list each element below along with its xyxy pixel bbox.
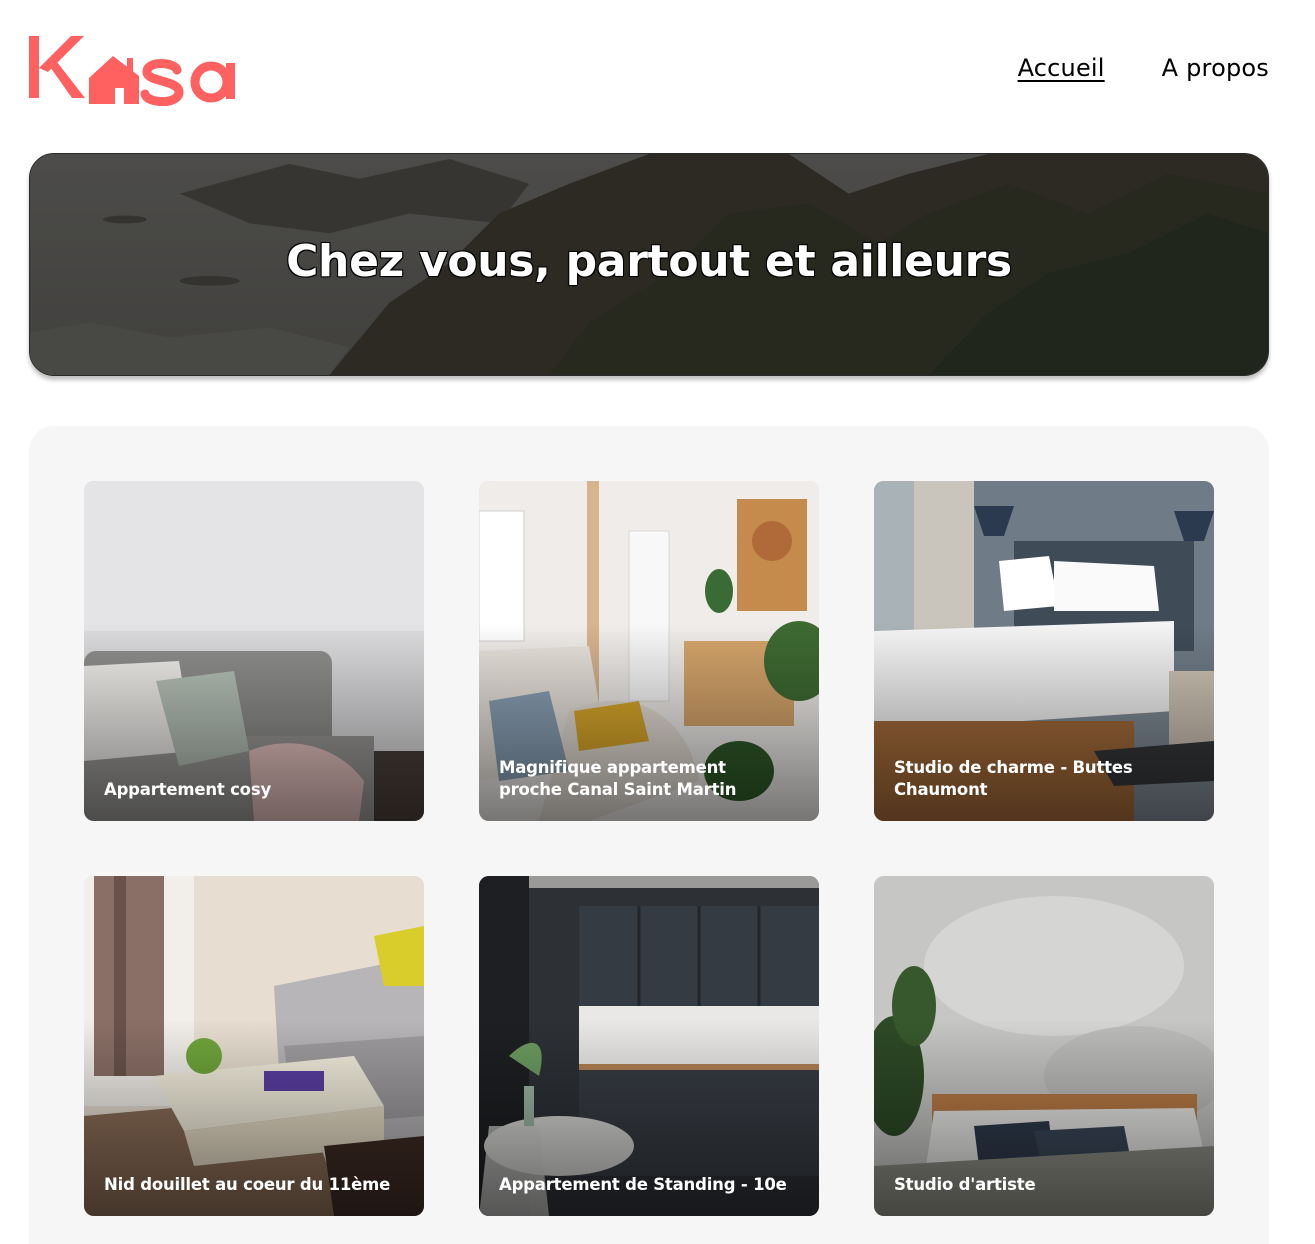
kasa-logo[interactable] [29,30,243,106]
listings-gallery: Appartement cosy Magnifique appartement … [29,426,1269,1244]
listing-title: Nid douillet au coeur du 11ème [104,1175,391,1194]
nav-link-a-propos[interactable]: A propos [1162,54,1269,82]
listing-title: Studio de charme - Buttes Chaumont [894,758,1133,799]
listing-card[interactable]: Appartement cosy [84,481,424,821]
listing-card[interactable]: Studio d'artiste [874,876,1214,1216]
listing-card[interactable]: Appartement de Standing - 10e [479,876,819,1216]
listing-card[interactable]: Magnifique appartement proche Canal Sain… [479,481,819,821]
listing-title: Magnifique appartement proche Canal Sain… [499,758,737,799]
hero-banner: Chez vous, partout et ailleurs [29,153,1269,376]
site-header: Accueil A propos [29,30,1269,106]
listing-title: Appartement de Standing - 10e [499,1175,787,1194]
listing-card[interactable]: Nid douillet au coeur du 11ème [84,876,424,1216]
listing-title: Studio d'artiste [894,1175,1036,1194]
banner-title: Chez vous, partout et ailleurs [286,236,1012,287]
nav-link-accueil[interactable]: Accueil [1018,54,1105,82]
listing-title: Appartement cosy [104,780,271,799]
main-nav: Accueil A propos [1018,54,1269,82]
listing-card[interactable]: Studio de charme - Buttes Chaumont [874,481,1214,821]
